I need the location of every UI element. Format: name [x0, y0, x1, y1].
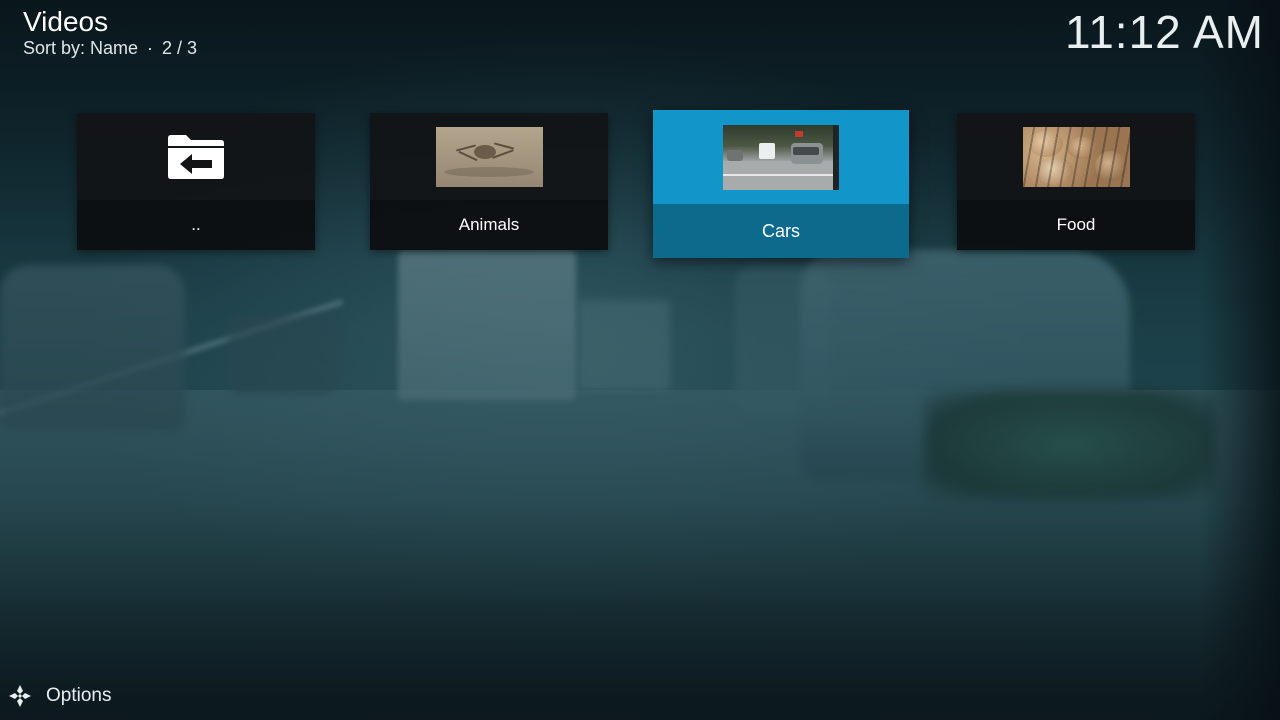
food-thumbnail: [1022, 126, 1130, 187]
tile-label: ..: [77, 200, 315, 250]
sort-info: Sort by: Name · 2 / 3: [23, 37, 197, 59]
page-title: Videos: [23, 6, 109, 37]
clock: 11:12 AM: [1065, 6, 1264, 58]
background-fanart: [0, 0, 1280, 720]
tile-parent-folder[interactable]: ..: [77, 113, 315, 250]
options-button[interactable]: Options: [8, 684, 111, 708]
animals-thumbnail: [435, 126, 543, 187]
cars-thumbnail: [723, 124, 839, 190]
tile-food[interactable]: Food: [957, 113, 1195, 250]
tile-label: Animals: [370, 200, 608, 250]
folder-back-icon: [166, 134, 226, 180]
tile-cars[interactable]: Cars: [653, 110, 909, 258]
item-position: 2 / 3: [162, 38, 198, 58]
separator-dot: ·: [147, 38, 154, 58]
options-label: Options: [46, 685, 112, 706]
kodi-videos-screen: Videos Sort by: Name · 2 / 3 11:12 AM ..: [0, 0, 1280, 720]
tile-animals[interactable]: Animals: [370, 113, 608, 250]
tile-label: Cars: [653, 204, 909, 258]
tile-label: Food: [957, 200, 1195, 250]
options-icon: [8, 684, 32, 708]
sort-label: Sort by: Name: [23, 38, 139, 58]
